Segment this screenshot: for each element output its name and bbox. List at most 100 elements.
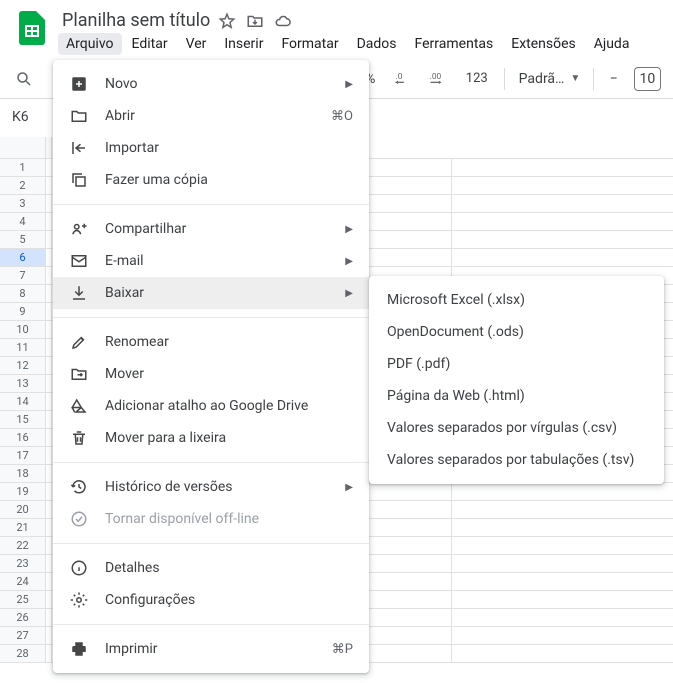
gear-icon (69, 591, 89, 609)
menubar: ArquivoEditarVerInserirFormatarDadosFerr… (58, 31, 637, 59)
menu-email[interactable]: E-mail▶ (53, 245, 369, 277)
format-123[interactable]: 123 (458, 71, 496, 86)
menu-inserir[interactable]: Inserir (216, 33, 271, 55)
info-icon (69, 559, 89, 577)
download-icon (69, 284, 89, 302)
menu-shortcut[interactable]: Adicionar atalho ao Google Drive (53, 390, 369, 422)
search-icon[interactable] (8, 63, 39, 95)
menu-share[interactable]: Compartilhar▶ (53, 213, 369, 245)
import-icon (69, 139, 89, 157)
row-header[interactable]: 3 (0, 195, 46, 212)
row-header[interactable]: 13 (0, 375, 46, 392)
row-header[interactable]: 22 (0, 537, 46, 554)
rename-icon (69, 333, 89, 351)
file-menu-dropdown: Novo▶ Abrir⌘O Importar Fazer uma cópia C… (53, 60, 369, 673)
svg-text:.00: .00 (430, 72, 442, 82)
menu-extensões[interactable]: Extensões (503, 33, 584, 55)
menu-open[interactable]: Abrir⌘O (53, 100, 369, 132)
trash-icon (69, 429, 89, 447)
print-icon (69, 640, 89, 658)
svg-text:.0: .0 (396, 72, 403, 82)
offline-icon (69, 510, 89, 528)
row-header[interactable]: 19 (0, 483, 46, 500)
row-header[interactable]: 15 (0, 411, 46, 428)
move-folder-icon (69, 365, 89, 383)
cloud-icon[interactable] (274, 12, 292, 30)
row-header[interactable]: 24 (0, 573, 46, 590)
row-header[interactable]: 9 (0, 303, 46, 320)
chevron-right-icon: ▶ (345, 482, 353, 493)
star-icon[interactable] (218, 12, 236, 30)
row-header[interactable]: 4 (0, 213, 46, 230)
menu-copy[interactable]: Fazer uma cópia (53, 164, 369, 196)
font-size-input[interactable]: 10 (634, 67, 661, 91)
menu-history[interactable]: Histórico de versões▶ (53, 471, 369, 503)
share-icon (69, 220, 89, 238)
menu-rename[interactable]: Renomear (53, 326, 369, 358)
menu-offline: Tornar disponível off-line (53, 503, 369, 535)
menu-settings[interactable]: Configurações (53, 584, 369, 616)
menu-formatar[interactable]: Formatar (273, 33, 346, 55)
menu-editar[interactable]: Editar (124, 33, 176, 55)
download-option[interactable]: Valores separados por tabulações (.tsv) (369, 444, 664, 476)
row-header[interactable]: 23 (0, 555, 46, 572)
row-header[interactable]: 5 (0, 231, 46, 248)
history-icon (69, 478, 89, 496)
download-option[interactable]: OpenDocument (.ods) (369, 316, 664, 348)
row-header[interactable]: 27 (0, 627, 46, 644)
row-header[interactable]: 18 (0, 465, 46, 482)
menu-details[interactable]: Detalhes (53, 552, 369, 584)
row-header[interactable]: 7 (0, 267, 46, 284)
select-all-corner[interactable] (0, 137, 46, 158)
chevron-right-icon: ▶ (345, 256, 353, 267)
row-header[interactable]: 16 (0, 429, 46, 446)
row-header[interactable]: 14 (0, 393, 46, 410)
row-header[interactable]: 10 (0, 321, 46, 338)
move-icon[interactable] (246, 12, 264, 30)
row-header[interactable]: 17 (0, 447, 46, 464)
download-option[interactable]: Valores separados por vírgulas (.csv) (369, 412, 664, 444)
sheets-logo[interactable] (12, 8, 52, 48)
row-header[interactable]: 26 (0, 609, 46, 626)
chevron-right-icon: ▶ (345, 288, 353, 299)
decrease-size[interactable]: − (602, 71, 626, 87)
menu-ferramentas[interactable]: Ferramentas (407, 33, 502, 55)
download-option[interactable]: Microsoft Excel (.xlsx) (369, 284, 664, 316)
row-header[interactable]: 21 (0, 519, 46, 536)
menu-move[interactable]: Mover (53, 358, 369, 390)
row-header[interactable]: 2 (0, 177, 46, 194)
row-header[interactable]: 12 (0, 357, 46, 374)
row-header[interactable]: 6 (0, 249, 46, 266)
menu-ver[interactable]: Ver (178, 33, 215, 55)
copy-icon (69, 171, 89, 189)
chevron-right-icon: ▶ (345, 224, 353, 235)
doc-title[interactable]: Planilha sem título (62, 10, 210, 31)
row-header[interactable]: 11 (0, 339, 46, 356)
download-option[interactable]: Página da Web (.html) (369, 380, 664, 412)
plus-box-icon (69, 75, 89, 93)
email-icon (69, 252, 89, 270)
font-selector[interactable]: Padrã… ▼ (513, 71, 585, 87)
folder-icon (69, 107, 89, 125)
menu-print[interactable]: Imprimir⌘P (53, 633, 369, 665)
download-option[interactable]: PDF (.pdf) (369, 348, 664, 380)
row-header[interactable]: 1 (0, 159, 46, 176)
row-header[interactable]: 20 (0, 501, 46, 518)
decrease-decimal-icon[interactable]: .0 (387, 63, 418, 95)
row-header[interactable]: 25 (0, 591, 46, 608)
chevron-right-icon: ▶ (345, 79, 353, 90)
chevron-down-icon: ▼ (570, 73, 580, 84)
row-header[interactable]: 28 (0, 645, 46, 662)
font-name: Padrã… (519, 71, 565, 87)
row-header[interactable]: 8 (0, 285, 46, 302)
drive-shortcut-icon (69, 397, 89, 415)
menu-download[interactable]: Baixar▶ (53, 277, 369, 309)
menu-ajuda[interactable]: Ajuda (586, 33, 638, 55)
menu-dados[interactable]: Dados (349, 33, 405, 55)
increase-decimal-icon[interactable]: .00 (423, 63, 454, 95)
menu-arquivo[interactable]: Arquivo (58, 33, 122, 55)
menu-new[interactable]: Novo▶ (53, 68, 369, 100)
menu-import[interactable]: Importar (53, 132, 369, 164)
download-submenu: Microsoft Excel (.xlsx)OpenDocument (.od… (369, 276, 664, 484)
menu-trash[interactable]: Mover para a lixeira (53, 422, 369, 454)
